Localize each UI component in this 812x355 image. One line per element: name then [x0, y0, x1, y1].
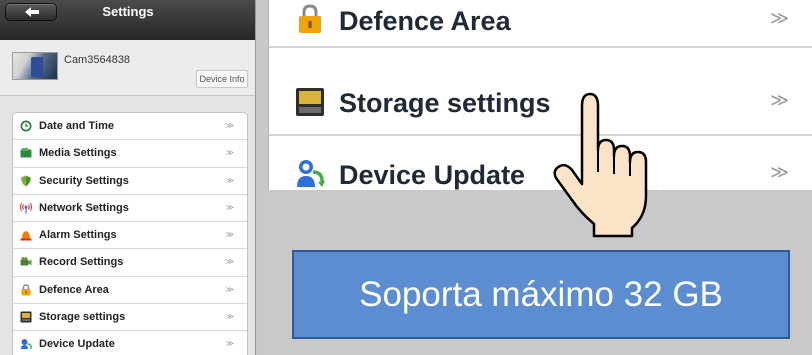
- settings-menu: Date and Time ≫ Media Settings ≫ Securit…: [12, 112, 248, 355]
- chevron-right-icon: ≫: [225, 175, 234, 185]
- title-bar: Settings: [0, 0, 255, 40]
- zoomed-menu-list: Defence Area ≫ Storage settings ≫ Device…: [268, 0, 812, 190]
- zoomed-item-label: Storage settings: [339, 88, 551, 118]
- menu-item-alarm-settings[interactable]: Alarm Settings ≫: [13, 222, 247, 250]
- update-arrows-icon: [21, 339, 32, 350]
- menu-item-device-update[interactable]: Device Update ≫: [13, 331, 247, 355]
- menu-item-label: Storage settings: [39, 311, 126, 324]
- camera-name: Cam3564838: [64, 54, 131, 66]
- zoomed-item-device-update[interactable]: Device Update ≫: [269, 138, 812, 190]
- alarm-bell-icon: [20, 231, 32, 241]
- shield-icon: [21, 175, 31, 187]
- menu-item-network-settings[interactable]: Network Settings ≫: [13, 194, 247, 223]
- page-title: Settings: [102, 4, 154, 19]
- chevron-right-icon: ≫: [225, 312, 234, 322]
- menu-item-security-settings[interactable]: Security Settings ≫: [13, 167, 247, 195]
- chevron-right-icon: ≫: [770, 90, 789, 110]
- menu-item-defence-area[interactable]: Defence Area ≫: [13, 276, 247, 305]
- chevron-right-icon: ≫: [770, 8, 789, 28]
- zoomed-item-storage-settings[interactable]: Storage settings ≫: [269, 70, 812, 136]
- chevron-right-icon: ≫: [225, 148, 234, 158]
- menu-item-storage-settings[interactable]: Storage settings ≫: [13, 304, 247, 332]
- menu-item-label: Alarm Settings: [39, 229, 117, 242]
- menu-item-label: Media Settings: [39, 147, 117, 160]
- chevron-right-icon: ≫: [225, 284, 234, 294]
- callout-text: Soporta máximo 32 GB: [359, 275, 723, 314]
- zoomed-item-label: Defence Area: [339, 6, 511, 36]
- chevron-right-icon: ≫: [225, 257, 234, 267]
- clock-icon: [20, 120, 32, 132]
- device-strip: Cam3564838 Device Info: [0, 40, 255, 96]
- menu-item-label: Security Settings: [39, 174, 129, 187]
- settings-panel: Settings Cam3564838 Device Info Date and…: [0, 0, 256, 355]
- menu-item-date-and-time[interactable]: Date and Time ≫: [13, 113, 247, 141]
- menu-item-label: Record Settings: [39, 256, 124, 269]
- chevron-right-icon: ≫: [225, 202, 234, 212]
- camera-thumbnail: [12, 52, 58, 80]
- wifi-antenna-icon: [20, 202, 32, 214]
- menu-item-label: Defence Area: [39, 283, 109, 296]
- sd-card-icon: [296, 88, 324, 116]
- menu-item-label: Date and Time: [39, 120, 114, 132]
- zoomed-item-defence-area[interactable]: Defence Area ≫: [269, 0, 812, 48]
- menu-item-label: Network Settings: [39, 201, 129, 214]
- sd-card-icon: [20, 311, 32, 323]
- video-camera-icon: [20, 257, 32, 266]
- storage-capacity-callout: Soporta máximo 32 GB: [292, 250, 790, 339]
- menu-item-media-settings[interactable]: Media Settings ≫: [13, 140, 247, 168]
- chevron-right-icon: ≫: [770, 162, 789, 182]
- update-arrows-icon: [297, 160, 325, 187]
- menu-item-label: Device Update: [39, 338, 115, 351]
- chevron-right-icon: ≫: [225, 339, 234, 349]
- device-info-button[interactable]: Device Info: [196, 70, 248, 88]
- menu-item-record-settings[interactable]: Record Settings ≫: [13, 249, 247, 277]
- chevron-right-icon: ≫: [225, 121, 234, 130]
- zoomed-item-label: Device Update: [339, 160, 526, 190]
- padlock-icon: [21, 284, 31, 296]
- chevron-right-icon: ≫: [225, 230, 234, 240]
- padlock-icon: [299, 4, 321, 33]
- media-folder-icon: [20, 148, 32, 158]
- pointing-hand-icon: [553, 92, 648, 238]
